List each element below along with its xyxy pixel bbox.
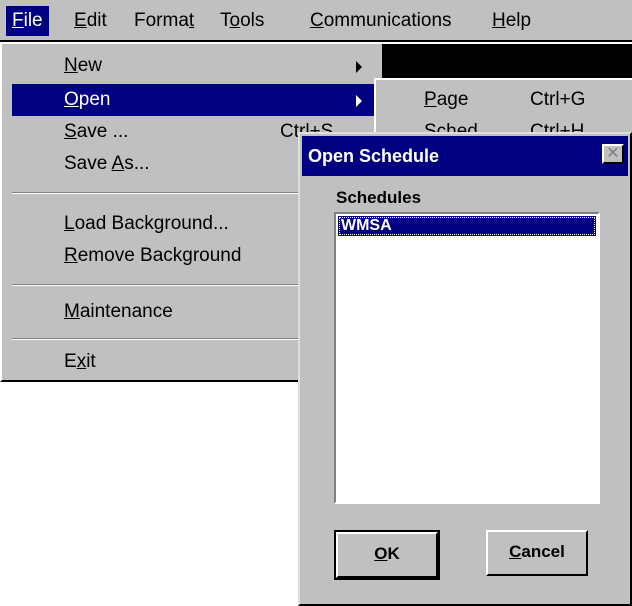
submenu-arrow-icon <box>356 61 362 73</box>
menu-item-open[interactable]: Open <box>12 84 376 116</box>
menu-communications[interactable]: Communications <box>304 6 458 36</box>
menu-file[interactable]: File <box>6 6 49 36</box>
cancel-button[interactable]: Cancel <box>486 530 588 576</box>
submenu-item-page[interactable]: Page Ctrl+G <box>376 84 632 116</box>
menu-item-new[interactable]: New <box>12 50 376 82</box>
menu-help[interactable]: Help <box>486 6 537 36</box>
dialog-title-bar: Open Schedule ✕ <box>302 136 628 176</box>
dialog-title: Open Schedule <box>308 146 440 166</box>
open-schedule-dialog: Open Schedule ✕ Schedules WMSA OK Cancel <box>298 132 632 606</box>
submenu-arrow-icon <box>356 95 362 107</box>
menu-format[interactable]: Format <box>128 6 200 36</box>
schedules-listbox[interactable]: WMSA <box>334 212 600 504</box>
page-shortcut: Ctrl+G <box>530 89 586 110</box>
close-icon[interactable]: ✕ <box>602 144 624 164</box>
ok-button[interactable]: OK <box>334 530 440 580</box>
schedules-label: Schedules <box>336 188 422 207</box>
list-item[interactable]: WMSA <box>338 216 596 236</box>
menu-bar: File Edit Format Tools Communications He… <box>0 0 632 42</box>
background-window-area <box>380 44 632 82</box>
menu-tools[interactable]: Tools <box>214 6 270 36</box>
menu-edit[interactable]: Edit <box>68 6 113 36</box>
